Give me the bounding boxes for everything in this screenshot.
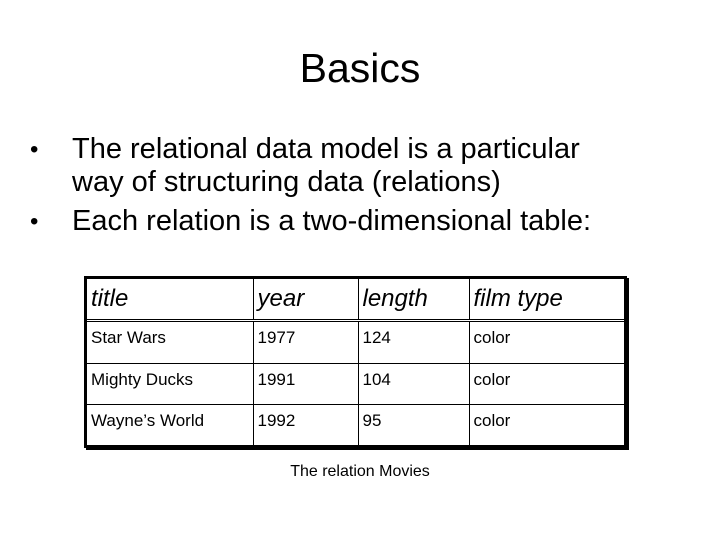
table-row: Star Wars 1977 124 color (87, 320, 624, 364)
cell-year: 1992 (252, 404, 358, 445)
cell-title: Mighty Ducks (87, 362, 253, 405)
cell-year: 1991 (252, 362, 358, 405)
header-year: year (252, 279, 358, 322)
table-caption: The relation Movies (290, 463, 430, 480)
bullet-item: • Each relation is a two-dimensional tab… (30, 205, 700, 238)
bullet-dot-icon: • (30, 136, 39, 163)
cell-title: Star Wars (91, 328, 166, 347)
header-title: title (87, 279, 253, 322)
movies-table: title year length film type Star Wars 19… (84, 276, 627, 448)
cell-length: 104 (357, 362, 469, 405)
header-length: length (357, 279, 469, 322)
bullet-text-line: The relational data model is a particula… (72, 133, 580, 165)
table-header-row: title year length film type (87, 279, 624, 322)
cell-film-type: color (468, 404, 624, 445)
bullet-list: • The relational data model is a particu… (30, 133, 700, 244)
cell-title: Wayne’s World (87, 404, 253, 445)
bullet-text-line: Each relation is a two-dimensional table… (72, 205, 592, 237)
cell-length: 95 (357, 404, 469, 445)
header-film-type: film type (468, 279, 624, 322)
cell-film-type: color (468, 320, 624, 364)
bullet-item: • The relational data model is a particu… (30, 133, 700, 199)
cell-year: 1977 (252, 320, 358, 364)
cell-length: 124 (357, 320, 469, 364)
bullet-dot-icon: • (30, 208, 39, 235)
cell-film-type: color (468, 362, 624, 405)
table-row: Wayne’s World 1992 95 color (87, 404, 624, 445)
slide-title: Basics (299, 45, 421, 91)
bullet-text-line: way of structuring data (relations) (72, 166, 501, 198)
table-row: Mighty Ducks 1991 104 color (87, 362, 624, 405)
